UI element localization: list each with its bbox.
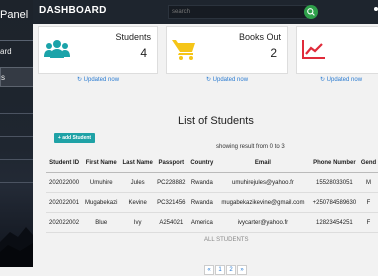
card-books-out: Books Out 2 [166, 26, 288, 74]
table-row[interactable]: 202022001 Mugabekazi Kevine PC321456 Rwa… [46, 192, 378, 213]
table-cell: Blue [82, 212, 121, 233]
card-label: Students [115, 32, 151, 42]
table-cell: Umuhire [82, 172, 121, 193]
card-value: 4 [140, 46, 147, 60]
updated-text: Updated now [326, 77, 363, 83]
section-title: List of Students [178, 115, 254, 127]
users-icon [44, 40, 70, 58]
table-cell: Rwanda [187, 192, 217, 213]
refresh-icon: ↻ [76, 77, 82, 83]
cart-icon [172, 40, 195, 60]
table-cell: Ivy [120, 212, 155, 233]
table-cell: 202022001 [46, 192, 83, 213]
search-button[interactable] [304, 5, 318, 19]
column-header[interactable]: Email [216, 153, 310, 173]
card-label: Books Out [238, 32, 281, 42]
updated-status: ↻ Updated now [38, 76, 158, 83]
table-cell: America [187, 212, 217, 233]
column-header[interactable]: Country [187, 153, 217, 173]
table-cell: Jules [120, 172, 155, 193]
table-cell: 202022000 [46, 172, 83, 193]
showing-results: showing result from 0 to 3 [216, 144, 285, 150]
column-header[interactable]: Gend [359, 153, 378, 173]
updated-status: ↻ Updated now [306, 76, 376, 83]
updated-status: ↻ Updated now [166, 76, 288, 83]
sidebar-divider [0, 159, 33, 160]
mountain-image [0, 227, 33, 267]
table-cell: +250784589630 [309, 192, 360, 213]
table-row[interactable]: 202022002 Blue Ivy A254021 America ivyca… [46, 212, 378, 233]
search-icon [307, 8, 315, 16]
card-students: Students 4 [38, 26, 158, 74]
sidebar-divider [0, 136, 33, 137]
sidebar-title: Panel [0, 9, 29, 21]
column-header[interactable]: First Name [82, 153, 121, 173]
card-value: 2 [270, 46, 277, 60]
table-cell: Mugabekazi [82, 192, 121, 213]
table-cell: PC228882 [155, 172, 188, 193]
table-cell: F [359, 192, 378, 213]
user-icon[interactable] [374, 7, 378, 11]
table-cell: M [359, 172, 378, 193]
table-cell: umuhirejules@yahoo.fr [216, 172, 310, 193]
table-cell: PC321456 [155, 192, 188, 213]
table-cell: Rwanda [187, 172, 217, 193]
students-table: Student ID First Name Last Name Passport… [46, 153, 378, 233]
table-cell: mugabekazikevine@gmail.com [216, 192, 310, 213]
table-cell: A254021 [155, 212, 188, 233]
table-cell: 15528033051 [309, 172, 360, 193]
card-stats [296, 26, 378, 74]
table-cell: F [359, 212, 378, 233]
table-header-row: Student ID First Name Last Name Passport… [46, 153, 378, 173]
sidebar-item-students[interactable]: s [0, 67, 33, 87]
add-student-button[interactable]: + add Student [54, 133, 95, 143]
sidebar: Panel ard s [0, 0, 33, 267]
search-input[interactable]: search [168, 5, 308, 19]
sidebar-divider [0, 182, 33, 183]
updated-text: Updated now [212, 77, 249, 83]
sidebar-divider [0, 113, 33, 114]
column-header[interactable]: Phone Number [309, 153, 360, 173]
table-row[interactable]: 202022000 Umuhire Jules PC228882 Rwanda … [46, 172, 378, 193]
column-header[interactable]: Student ID [46, 153, 83, 173]
refresh-icon: ↻ [319, 77, 325, 83]
page-title: DASHBOARD [39, 5, 107, 16]
updated-text: Updated now [83, 77, 120, 83]
column-header[interactable]: Passport [155, 153, 188, 173]
table-cell: Kevine [120, 192, 155, 213]
column-header[interactable]: Last Name [120, 153, 155, 173]
all-students-link[interactable]: ALL STUDENTS [204, 237, 248, 243]
sidebar-item-dashboard[interactable]: ard [0, 40, 33, 63]
table-cell: 12823454251 [309, 212, 360, 233]
refresh-icon: ↻ [205, 77, 211, 83]
table-cell: ivycarter@yahoo.fr [216, 212, 310, 233]
table-cell: 202022002 [46, 212, 83, 233]
chart-icon [302, 40, 325, 59]
topbar: DASHBOARD search [33, 0, 378, 24]
